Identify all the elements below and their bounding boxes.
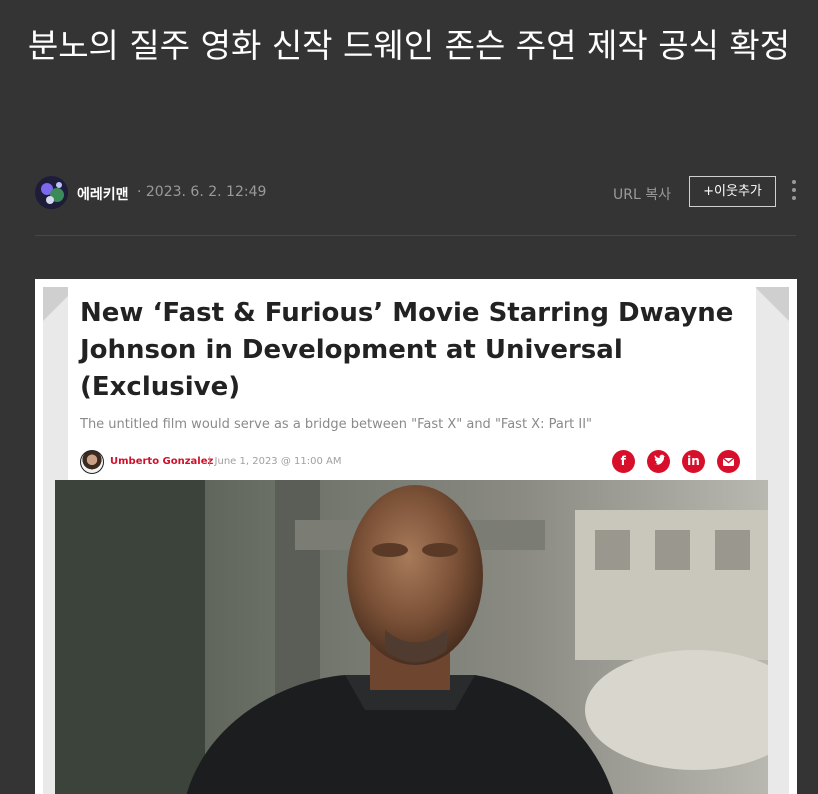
page-corner-fold [755,287,789,321]
author-avatar[interactable] [35,176,68,209]
byline-avatar [80,450,104,474]
author-name[interactable]: 에레키맨 [77,184,129,204]
email-icon [717,450,740,473]
article-headline: New ‘Fast & Furious’ Movie Starring Dway… [80,298,734,402]
facebook-icon: f [611,450,635,473]
post-meta: 에레키맨 · 2023. 6. 2. 12:49 URL 복사 +이웃추가 [35,174,805,212]
post-title: 분노의 질주 영화 신작 드웨인 존슨 주연 제작 공식 확정 [27,26,791,65]
add-neighbor-button[interactable]: +이웃추가 [689,176,776,207]
share-icons: f in [605,450,740,474]
twitter-icon [646,450,670,473]
url-copy-button[interactable]: URL 복사 [613,184,671,204]
article-screenshot: New ‘Fast & Furious’ Movie Starring Dway… [35,279,797,794]
more-options-icon[interactable] [787,180,801,206]
post-date: · 2023. 6. 2. 12:49 [137,184,267,200]
byline-author: Umberto Gonzalez [110,456,214,467]
linkedin-icon: in [681,450,705,473]
byline-date: | June 1, 2023 @ 11:00 AM [208,456,342,467]
divider [35,235,796,236]
article-photo [55,480,768,794]
article-card: New ‘Fast & Furious’ Movie Starring Dway… [68,287,756,492]
article-byline: Umberto Gonzalez | June 1, 2023 @ 11:00 … [80,450,740,476]
article-subhead: The untitled film would serve as a bridg… [80,417,593,432]
